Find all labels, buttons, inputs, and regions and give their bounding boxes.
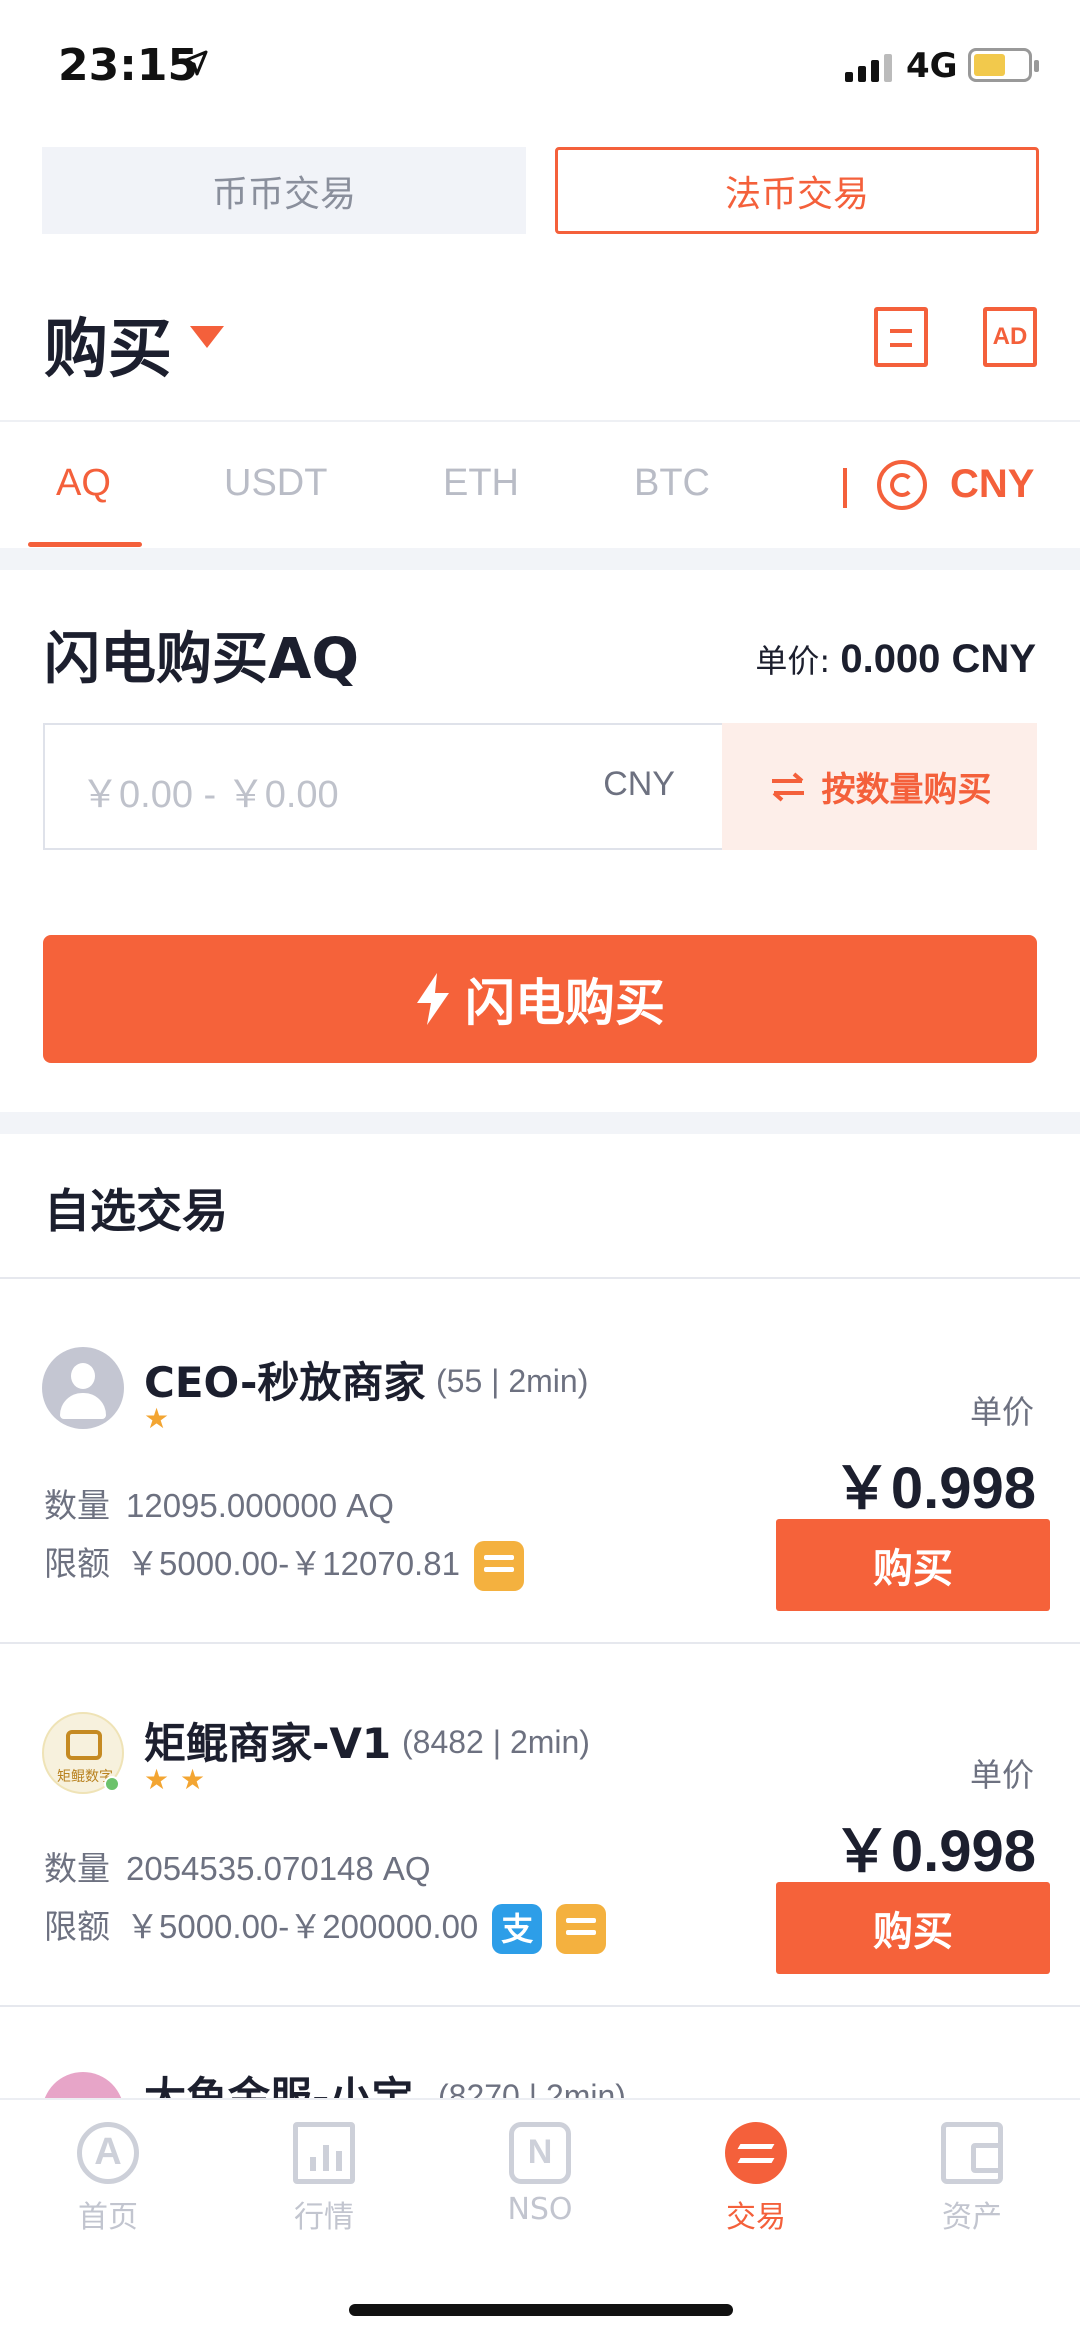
- star-icon: ★: [180, 1763, 206, 1796]
- unit-price-value: 0.000 CNY: [840, 637, 1036, 681]
- amount-placeholder: ￥0.00 - ￥0.00: [81, 774, 339, 816]
- bank-card-icon: [473, 1540, 524, 1591]
- home-icon: [77, 2122, 139, 2184]
- online-status-dot: [104, 1776, 120, 1792]
- tab-coin-trading[interactable]: 币币交易: [42, 147, 526, 234]
- limit-label: 限额: [44, 1907, 110, 1946]
- trade-icon: [725, 2122, 787, 2184]
- tab-trade[interactable]: 交易: [686, 2122, 826, 2236]
- nso-icon: [509, 2122, 571, 2184]
- price-label: 单价: [969, 1393, 1034, 1431]
- status-time: 23:15: [58, 40, 199, 91]
- divider: [0, 2005, 1080, 2007]
- amount-unit: CNY: [603, 765, 675, 803]
- section-divider: [0, 548, 1080, 570]
- star-icon: ★: [144, 1402, 170, 1435]
- buy-button[interactable]: 购买: [776, 1519, 1050, 1611]
- tab-label: 交易: [726, 2200, 786, 2235]
- quantity-label: 数量: [44, 1849, 110, 1888]
- merchant-stats: (55 | 2min): [436, 1363, 589, 1399]
- flash-buy-label: 闪电购买: [465, 974, 665, 1032]
- tab-assets[interactable]: 资产: [902, 2122, 1042, 2236]
- home-indicator[interactable]: [349, 2304, 733, 2316]
- quantity-value: 12095.000000 AQ: [126, 1487, 394, 1524]
- tab-home[interactable]: 首页: [38, 2122, 178, 2236]
- flash-buy-button[interactable]: 闪电购买: [43, 935, 1037, 1063]
- coin-tab-usdt[interactable]: USDT: [224, 462, 327, 505]
- lightning-icon: [417, 973, 449, 1025]
- market-icon: [293, 2122, 355, 2184]
- limit-value: ￥5000.00-￥200000.00: [126, 1908, 479, 1945]
- coin-tab-aq[interactable]: AQ: [56, 462, 111, 505]
- ad-icon[interactable]: AD: [983, 307, 1037, 367]
- swap-icon: [771, 771, 804, 802]
- coin-tabs: AQ USDT ETH BTC CNY: [0, 420, 1080, 548]
- bottom-tab-bar: 首页 行情 NSO 交易 资产: [0, 2098, 1080, 2339]
- quantity-label: 数量: [44, 1486, 110, 1525]
- asset-icon: [941, 2122, 1003, 2184]
- bank-card-icon: [556, 1903, 607, 1954]
- status-bar: 23:15 4G: [0, 0, 1080, 130]
- active-tab-indicator: [28, 542, 142, 547]
- flash-buy-title: 闪电购买AQ: [44, 627, 359, 692]
- merchant-stats: (8482 | 2min): [402, 1724, 590, 1760]
- star-icon: ★: [144, 1763, 170, 1796]
- coin-tab-btc[interactable]: BTC: [634, 462, 710, 505]
- coin-tab-eth[interactable]: ETH: [443, 462, 519, 505]
- tab-label: 首页: [78, 2200, 138, 2235]
- merchant-row[interactable]: CEO-秒放商家 (55 | 2min) ★ 数量 12095.000000 AQ…: [0, 1279, 1080, 1639]
- caret-down-icon[interactable]: [190, 326, 224, 348]
- merchant-name: CEO-秒放商家: [144, 1358, 426, 1407]
- section-divider: [0, 1112, 1080, 1134]
- tab-market[interactable]: 行情: [254, 2122, 394, 2236]
- buy-by-quantity-label: 按数量购买: [821, 770, 992, 810]
- quantity-line: 数量 12095.000000 AQ: [44, 1479, 394, 1527]
- price-value: ￥0.998: [832, 1456, 1036, 1521]
- price-label: 单价: [969, 1756, 1034, 1794]
- tab-label: NSO: [507, 2192, 573, 2227]
- price-value: ￥0.998: [832, 1819, 1036, 1884]
- quantity-line: 数量 2054535.070148 AQ: [44, 1842, 431, 1890]
- battery-icon: [968, 48, 1039, 82]
- tab-label: 行情: [294, 2200, 354, 2235]
- unit-price-label: 单价:: [755, 642, 831, 680]
- divider: [843, 468, 847, 508]
- limit-line: 限额 ￥5000.00-￥12070.81: [44, 1537, 524, 1591]
- avatar: [42, 1347, 124, 1429]
- amount-input[interactable]: ￥0.00 - ￥0.00 CNY: [43, 723, 723, 850]
- network-label: 4G: [906, 46, 958, 86]
- buy-by-quantity-button[interactable]: 按数量购买: [722, 723, 1037, 850]
- rating-stars: ★: [144, 1405, 172, 1433]
- limit-value: ￥5000.00-￥12070.81: [126, 1545, 460, 1582]
- page-title[interactable]: 购买: [44, 298, 172, 390]
- unit-price: 单价: 0.000 CNY: [755, 636, 1036, 682]
- buy-button[interactable]: 购买: [776, 1882, 1050, 1974]
- limit-line: 限额 ￥5000.00-￥200000.00 支: [44, 1900, 607, 1954]
- quantity-value: 2054535.070148 AQ: [126, 1850, 431, 1887]
- tab-nso[interactable]: NSO: [470, 2122, 610, 2227]
- rating-stars: ★ ★: [144, 1766, 208, 1794]
- currency-icon[interactable]: [877, 460, 927, 510]
- section-title: 自选交易: [44, 1184, 228, 1238]
- orders-icon[interactable]: [874, 307, 928, 367]
- limit-label: 限额: [44, 1544, 110, 1583]
- merchant-row[interactable]: 矩鲲数字 矩鲲商家-V1 (8482 | 2min) ★ ★ 数量 2054535…: [0, 1644, 1080, 2004]
- signal-icon: [845, 52, 892, 82]
- alipay-icon: 支: [492, 1903, 543, 1954]
- location-arrow-icon: [182, 50, 208, 76]
- merchant-name: 矩鲲商家-V1: [144, 1719, 392, 1768]
- currency-selector[interactable]: CNY: [950, 462, 1034, 507]
- tab-label: 资产: [942, 2200, 1002, 2235]
- tab-fiat-trading[interactable]: 法币交易: [555, 147, 1039, 234]
